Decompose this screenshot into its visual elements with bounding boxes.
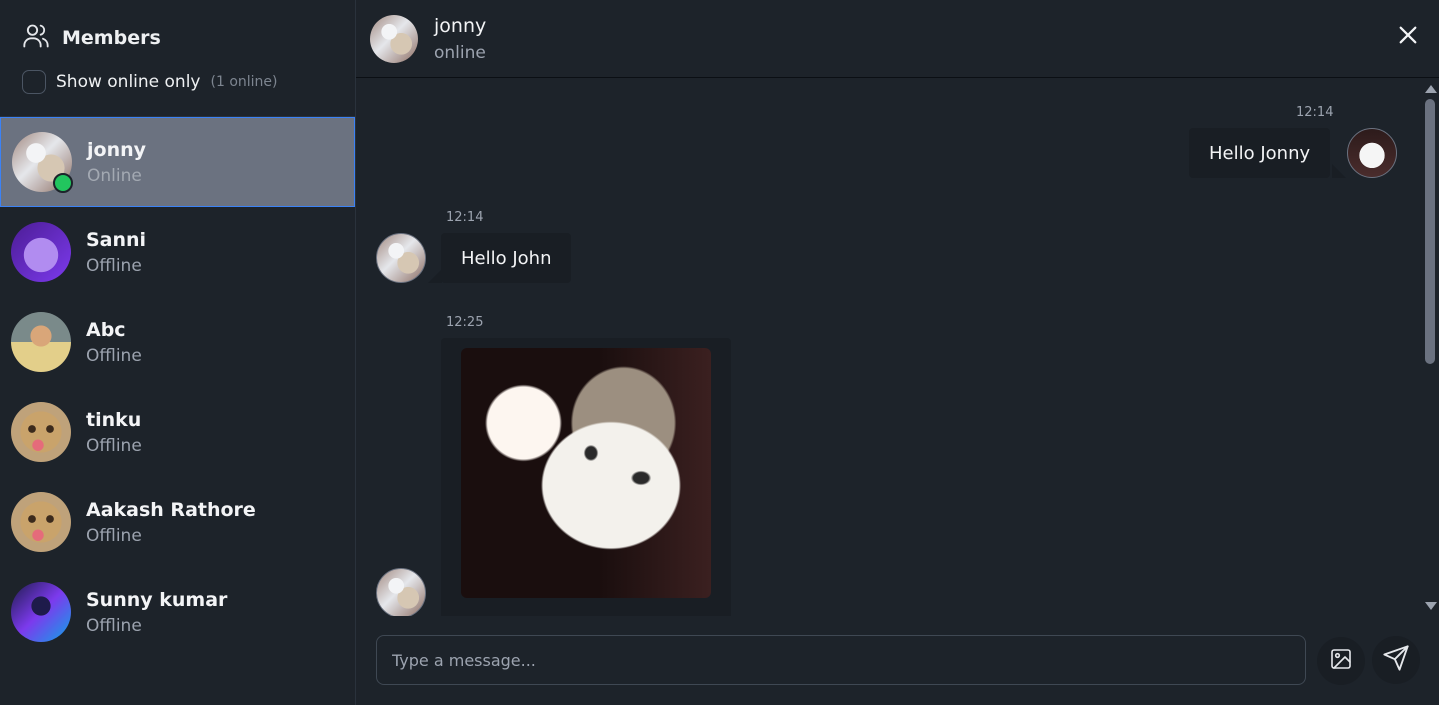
member-item-aakash-rathore[interactable]: Aakash Rathore Offline xyxy=(0,477,355,567)
message-composer xyxy=(376,635,1306,685)
send-button[interactable] xyxy=(1372,636,1420,684)
sender-avatar xyxy=(1347,128,1397,178)
member-item-jonny[interactable]: jonny Online xyxy=(0,117,355,207)
scroll-down-arrow[interactable] xyxy=(1425,602,1437,610)
member-name: jonny xyxy=(87,138,147,161)
message-text: Hello Jonny xyxy=(1209,142,1311,164)
member-item-sanni[interactable]: Sanni Offline xyxy=(0,207,355,297)
chat-panel: jonny online 12:14 Hello Jonny 12:14 Hel… xyxy=(356,0,1439,705)
member-item-sunny-kumar[interactable]: Sunny kumar Offline xyxy=(0,567,355,657)
message-time: 12:25 xyxy=(446,315,484,330)
member-status: Offline xyxy=(86,255,142,276)
message-list: 12:14 Hello Jonny 12:14 Hello John 12:25 xyxy=(356,79,1421,616)
member-name: Sunny kumar xyxy=(86,588,228,611)
member-status: Offline xyxy=(86,615,142,636)
chat-user-status: online xyxy=(434,42,486,63)
message-time: 12:14 xyxy=(446,210,484,225)
member-item-tinku[interactable]: tinku Offline xyxy=(0,387,355,477)
kitten-image[interactable] xyxy=(461,348,711,598)
member-item-abc[interactable]: Abc Offline xyxy=(0,297,355,387)
avatar xyxy=(11,492,71,552)
close-button[interactable] xyxy=(1395,24,1421,50)
chat-user-name: jonny xyxy=(434,14,487,37)
scroll-thumb[interactable] xyxy=(1425,99,1435,364)
sidebar-header: Members Show online only (1 online) xyxy=(0,0,355,117)
sidebar-title-text: Members xyxy=(62,27,161,49)
message-bubble-received: Hello John xyxy=(441,233,572,283)
chat-app: Members Show online only (1 online) jonn… xyxy=(0,0,1439,705)
online-count: (1 online) xyxy=(210,74,278,90)
member-name: Aakash Rathore xyxy=(86,498,256,521)
image-message-bubble xyxy=(441,338,731,616)
online-filter: Show online only (1 online) xyxy=(22,70,355,94)
receiver-avatar xyxy=(376,568,426,616)
avatar xyxy=(11,402,71,462)
bubble-tail xyxy=(1332,164,1346,178)
member-status: Offline xyxy=(86,435,142,456)
avatar xyxy=(11,582,71,642)
bubble-tail xyxy=(428,269,442,283)
online-indicator xyxy=(53,173,73,193)
sidebar-title: Members xyxy=(22,22,355,54)
member-name: tinku xyxy=(86,408,142,431)
receiver-avatar xyxy=(376,233,426,283)
image-icon xyxy=(1329,647,1353,675)
send-icon xyxy=(1382,644,1410,676)
member-name: Abc xyxy=(86,318,126,341)
attach-image-button[interactable] xyxy=(1317,637,1365,685)
avatar xyxy=(12,132,73,193)
member-status: Offline xyxy=(86,345,142,366)
users-icon xyxy=(22,22,50,54)
member-name: Sanni xyxy=(86,228,147,251)
members-sidebar: Members Show online only (1 online) jonn… xyxy=(0,0,356,705)
message-scrollbar[interactable] xyxy=(1421,79,1439,616)
avatar xyxy=(11,222,71,282)
show-online-label[interactable]: Show online only xyxy=(56,72,201,92)
scroll-up-arrow[interactable] xyxy=(1425,85,1437,93)
message-text: Hello John xyxy=(461,247,552,269)
message-bubble-sent: Hello Jonny xyxy=(1189,128,1331,178)
chat-user-avatar xyxy=(370,14,418,63)
avatar xyxy=(11,312,71,372)
message-input[interactable] xyxy=(392,650,1305,670)
member-status: Offline xyxy=(86,525,142,546)
chat-header: jonny online xyxy=(356,0,1439,78)
member-status: Online xyxy=(87,165,142,186)
message-time: 12:14 xyxy=(1296,105,1334,120)
close-icon xyxy=(1397,24,1419,50)
show-online-checkbox[interactable] xyxy=(22,70,46,94)
